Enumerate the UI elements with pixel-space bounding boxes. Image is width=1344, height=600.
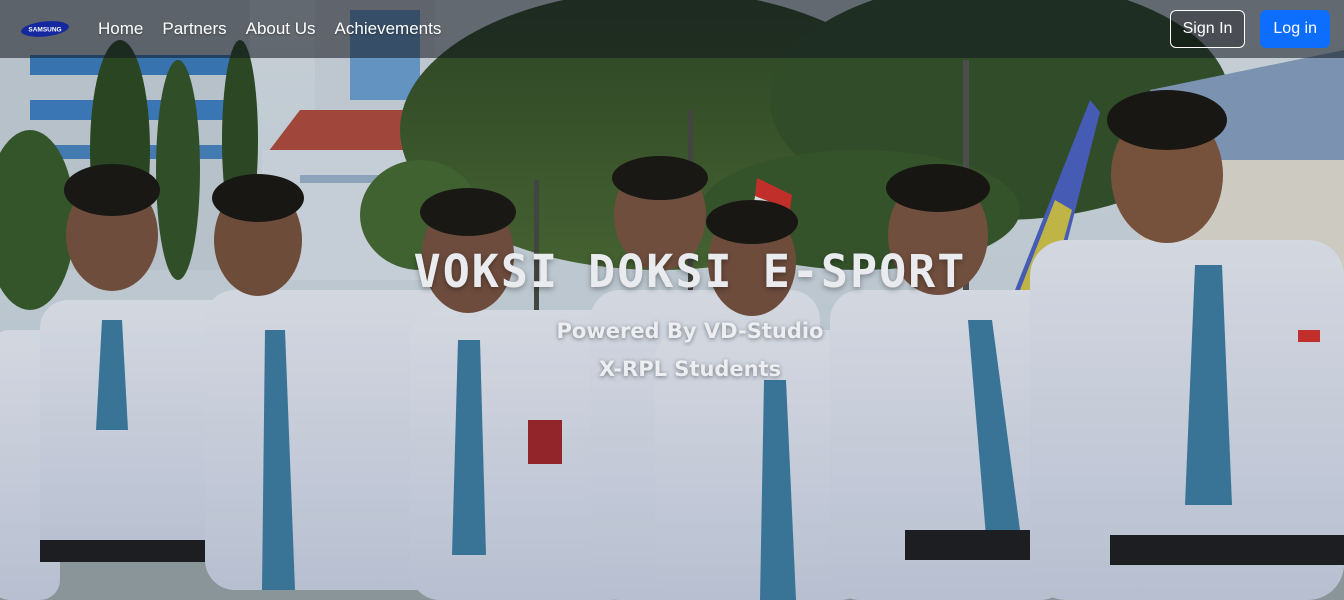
brand-logo-text: SAMSUNG bbox=[28, 27, 61, 34]
sign-in-button[interactable]: Sign In bbox=[1169, 10, 1246, 48]
nav-links: Home Partners About Us Achievements bbox=[98, 19, 441, 39]
log-in-button[interactable]: Log in bbox=[1260, 10, 1330, 48]
nav-link-about-us[interactable]: About Us bbox=[246, 19, 316, 39]
hero-subtitle-line-2: X-RPL Students bbox=[598, 357, 782, 381]
nav-link-partners[interactable]: Partners bbox=[162, 19, 226, 39]
hero-subtitle-line-1: Powered By VD-Studio bbox=[556, 319, 824, 343]
page: SAMSUNG Home Partners About Us Achieveme… bbox=[0, 0, 1344, 600]
samsung-logo-icon: SAMSUNG bbox=[21, 21, 69, 37]
auth-buttons: Sign In Log in bbox=[1169, 10, 1330, 48]
nav-link-achievements[interactable]: Achievements bbox=[335, 19, 442, 39]
hero-title: VOKSI DOKSI E-SPORT bbox=[413, 245, 967, 298]
nav-link-home[interactable]: Home bbox=[98, 19, 143, 39]
hero-text-block: VOKSI DOKSI E-SPORT Powered By VD-Studio… bbox=[0, 244, 1344, 388]
brand-logo[interactable]: SAMSUNG bbox=[20, 20, 70, 38]
top-navbar: SAMSUNG Home Partners About Us Achieveme… bbox=[0, 0, 1344, 58]
